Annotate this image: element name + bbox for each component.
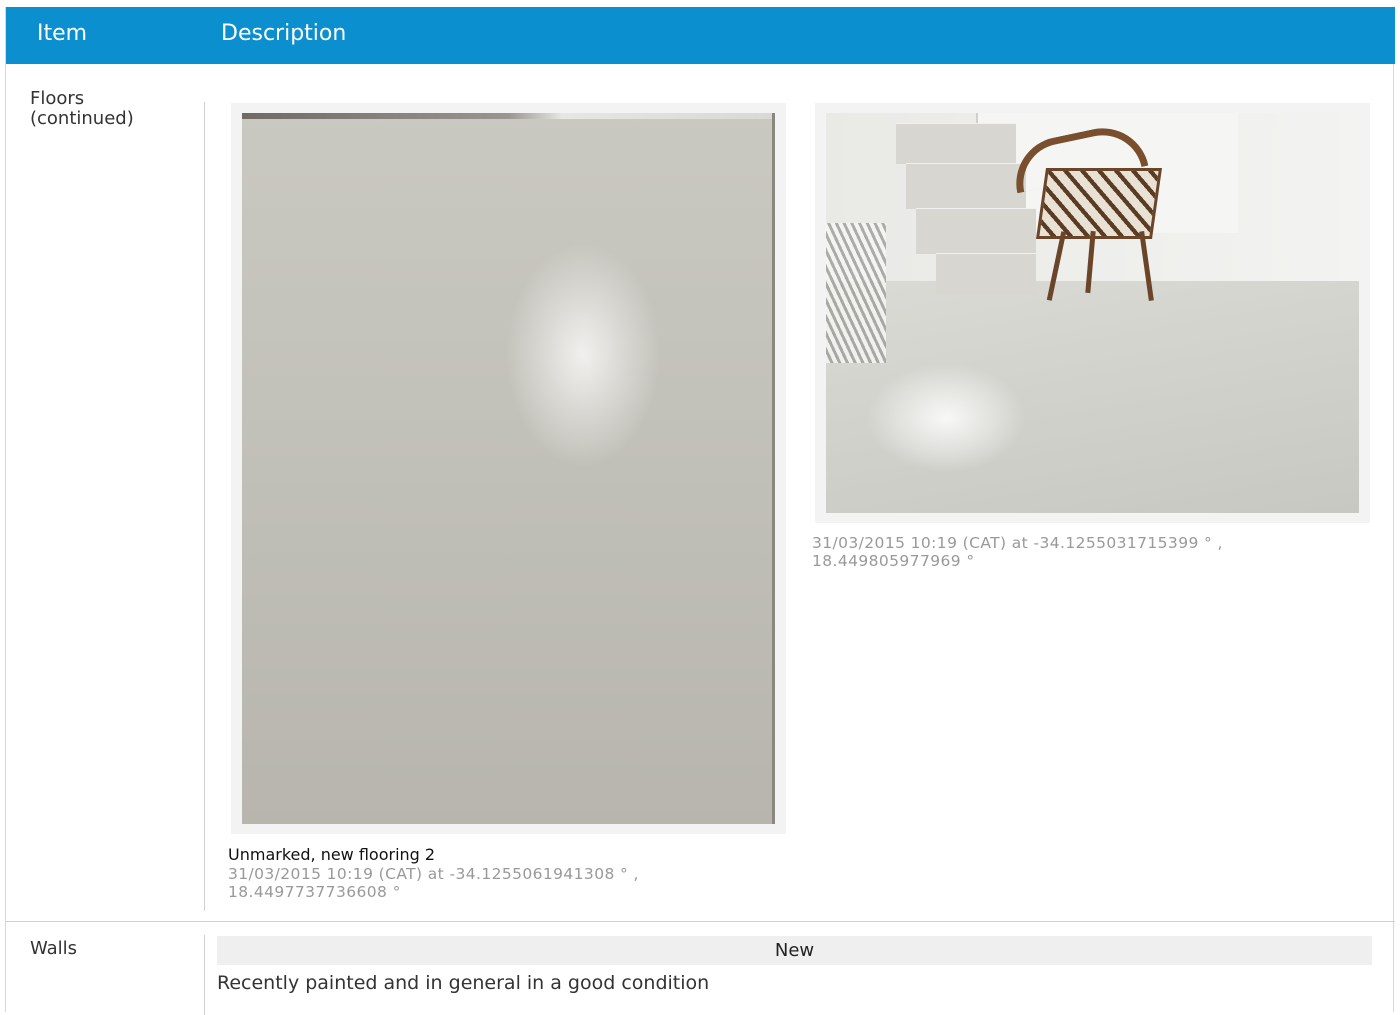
photo-caption-1: 31/03/2015 10:19 (CAT) at -34.1255061941… — [228, 865, 639, 901]
inspection-table: Item Description Floors (continued) Unma… — [5, 7, 1395, 1015]
header-item: Item — [37, 21, 88, 46]
photo-caption-2: 31/03/2015 10:19 (CAT) at -34.1255031715… — [812, 534, 1223, 570]
row-item-floors: Floors (continued) — [30, 88, 134, 129]
room-photo[interactable] — [826, 113, 1359, 513]
photo-frame-1[interactable] — [231, 103, 786, 834]
column-divider — [204, 935, 205, 1015]
stair-gate — [826, 223, 886, 363]
header-description: Description — [221, 21, 347, 46]
row-divider — [6, 921, 1395, 922]
row-item-walls: Walls — [30, 938, 78, 959]
table-header: Item Description — [6, 7, 1395, 64]
walls-description: Recently painted and in general in a goo… — [217, 972, 710, 994]
photo-frame-2[interactable] — [815, 103, 1370, 523]
condition-badge: New — [217, 936, 1372, 965]
photo-title: Unmarked, new flooring 2 — [228, 845, 436, 864]
column-divider — [204, 102, 205, 911]
floor-photo[interactable] — [242, 113, 775, 824]
